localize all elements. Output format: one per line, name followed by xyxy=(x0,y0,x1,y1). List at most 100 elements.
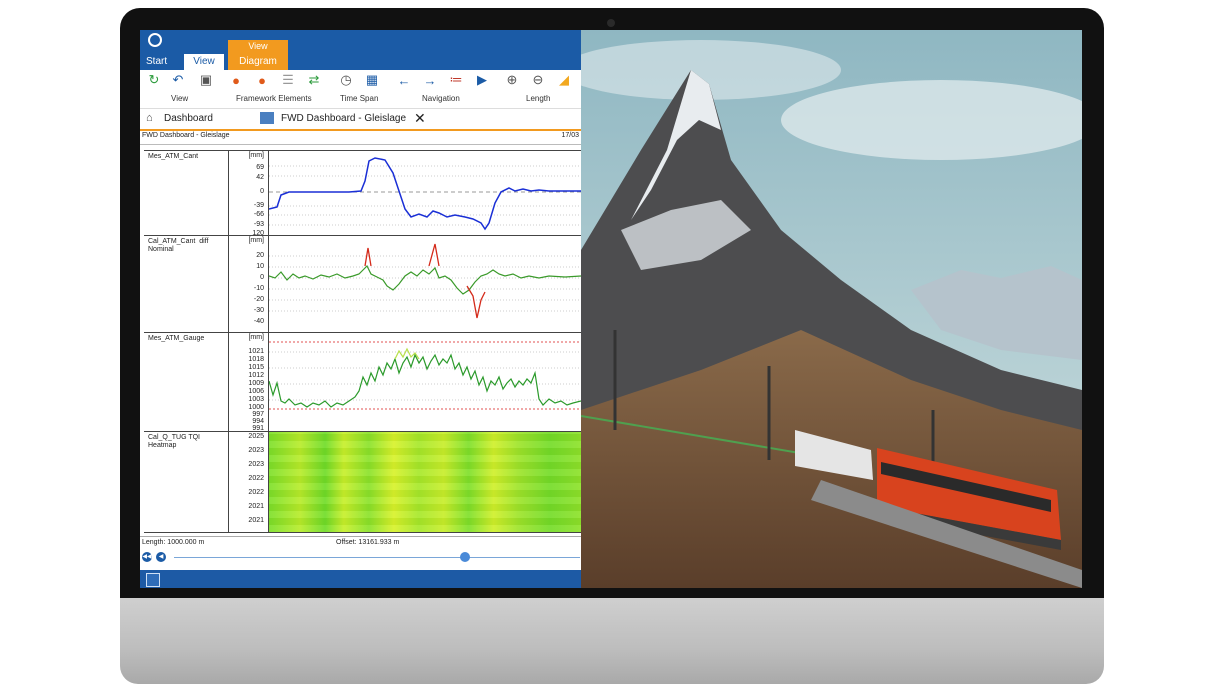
divider xyxy=(228,151,229,235)
diff-red-segment xyxy=(466,285,486,319)
play-icon[interactable]: ▶ xyxy=(474,72,490,88)
group-label-timespan: Time Span xyxy=(340,94,379,103)
app-logo-icon[interactable] xyxy=(148,33,162,47)
calendar-icon[interactable]: ▦ xyxy=(364,72,380,88)
document-tab[interactable]: FWD Dashboard - Gleislage xyxy=(281,113,406,124)
tick-label: 69 xyxy=(256,164,264,171)
divider xyxy=(228,236,229,332)
cant-chart xyxy=(269,157,581,231)
undo-icon[interactable]: ↶ xyxy=(170,72,186,88)
title-bar: Start View View Diagram xyxy=(140,30,581,70)
context-tab-group: View Diagram xyxy=(228,40,288,70)
document-tab-bar: ⌂ Dashboard FWD Dashboard - Gleislage ✕ xyxy=(140,109,581,131)
offset-readout: Offset: 13161.933 m xyxy=(336,539,400,546)
dashboard-title: FWD Dashboard - Gleislage xyxy=(142,132,230,139)
clock-icon[interactable]: ◷ xyxy=(338,72,354,88)
arrow-left-icon[interactable]: ← xyxy=(396,72,412,88)
diff-series-line xyxy=(269,264,581,295)
panel-heatmap: Cal_Q_TUG TQI Heatmap 2025 2023 2023 202… xyxy=(144,431,581,533)
tick-label: -66 xyxy=(253,211,264,218)
list-icon[interactable]: ☰ xyxy=(280,72,296,88)
panel-label: Mes_ATM_Gauge xyxy=(148,335,205,342)
tick-label: 1000 xyxy=(248,404,264,411)
group-label-length: Length xyxy=(526,94,551,103)
panel-label: Mes_ATM_Cant xyxy=(148,153,199,160)
refresh-icon[interactable]: ↻ xyxy=(146,72,162,88)
unit-label: [mm] xyxy=(248,334,264,341)
tick-label: -30 xyxy=(253,307,264,314)
screen: Start View View Diagram ↻ ↶ ▣ ● ● ☰ ⇄ ◷ xyxy=(140,30,1082,588)
panel-gauge: Mes_ATM_Gauge [mm] 1021 1018 1015 1012 1… xyxy=(144,332,581,431)
divider xyxy=(228,432,229,532)
group-label-framework: Framework Elements xyxy=(236,94,312,103)
dashboard-tab-icon xyxy=(260,112,274,124)
tick-label: 2023 xyxy=(248,461,264,468)
tick-label: 1003 xyxy=(248,396,264,403)
gauge-series-line xyxy=(269,353,581,408)
add-element-icon[interactable]: ● xyxy=(228,72,244,88)
fit-view-icon[interactable]: ▣ xyxy=(198,72,214,88)
tick-label: 20 xyxy=(256,252,264,259)
zoom-out-icon[interactable]: ⊖ xyxy=(530,72,546,88)
group-label-view: View xyxy=(171,94,189,103)
length-readout: Length: 1000.000 m xyxy=(142,539,205,546)
tick-label: 0 xyxy=(260,274,264,281)
panel-cant-diff: Cal_ATM_Cant diff Nominal [mm] 20 10 0 -… xyxy=(144,235,581,332)
group-label-navigation: Navigation xyxy=(422,94,460,103)
tab-start[interactable]: Start xyxy=(146,56,167,67)
tick-label: 2025 xyxy=(248,433,264,440)
tick-label: 2021 xyxy=(248,517,264,524)
slider-thumb[interactable] xyxy=(460,552,470,562)
tick-label: -93 xyxy=(253,221,264,228)
application-window: Start View View Diagram ↻ ↶ ▣ ● ● ☰ ⇄ ◷ xyxy=(140,30,581,588)
unit-label: [mm] xyxy=(248,237,264,244)
tick-label: -10 xyxy=(253,285,264,292)
tick-label: 1012 xyxy=(248,372,264,379)
tab-diagram[interactable]: Diagram xyxy=(228,56,288,67)
remove-element-icon[interactable]: ● xyxy=(254,72,270,88)
tick-label: 997 xyxy=(252,411,264,418)
monitor: Start View View Diagram ↻ ↶ ▣ ● ● ☰ ⇄ ◷ xyxy=(120,8,1104,684)
heatmap-rows xyxy=(269,432,581,532)
rewind-icon[interactable]: ◀◀ xyxy=(142,552,152,562)
tick-label: 2023 xyxy=(248,447,264,454)
context-group-label: View xyxy=(248,41,268,51)
cant-diff-chart xyxy=(269,243,581,319)
mountain-train-photo xyxy=(581,30,1082,588)
measure-icon[interactable]: ≔ xyxy=(448,72,464,88)
gauge-chart xyxy=(269,341,581,410)
panel-label: Cal_ATM_Cant diff Nominal xyxy=(148,238,209,253)
close-icon[interactable]: ✕ xyxy=(414,110,426,127)
arrow-right-icon[interactable]: → xyxy=(422,72,438,88)
cant-series-line xyxy=(269,157,581,231)
step-back-icon[interactable]: ◀ xyxy=(156,552,166,562)
taskbar-app-icon[interactable] xyxy=(146,573,160,587)
diff-red-segment xyxy=(428,243,440,267)
tick-label: 2022 xyxy=(248,475,264,482)
taskbar xyxy=(140,570,581,588)
dashboard-link[interactable]: Dashboard xyxy=(164,113,213,124)
landscape-image xyxy=(581,30,1082,588)
swap-icon[interactable]: ⇄ xyxy=(306,72,322,88)
ruler-icon[interactable]: ◢ xyxy=(556,72,572,88)
home-icon[interactable]: ⌂ xyxy=(146,112,153,124)
tick-label: -20 xyxy=(253,296,264,303)
tick-label: 1018 xyxy=(248,356,264,363)
tick-label: 1009 xyxy=(248,380,264,387)
tick-label: -40 xyxy=(253,318,264,325)
diff-red-segment xyxy=(364,247,372,267)
tick-label: 42 xyxy=(256,174,264,181)
tick-label: 0 xyxy=(260,188,264,195)
panel-cant: Mes_ATM_Cant [mm] 69 42 0 -39 -66 -93 12… xyxy=(144,150,581,236)
tick-label: 10 xyxy=(256,263,264,270)
dashboard-header: FWD Dashboard - Gleislage 17/03 xyxy=(140,130,581,145)
panel-label: Cal_Q_TUG TQI Heatmap xyxy=(148,434,200,449)
dashboard-date: 17/03 xyxy=(561,132,579,139)
camera-icon xyxy=(607,19,615,27)
zoom-in-icon[interactable]: ⊕ xyxy=(504,72,520,88)
tab-view[interactable]: View xyxy=(184,54,224,70)
heatmap xyxy=(269,432,581,532)
tick-label: 2021 xyxy=(248,503,264,510)
slider-track[interactable] xyxy=(174,557,580,558)
tick-label: 1006 xyxy=(248,388,264,395)
